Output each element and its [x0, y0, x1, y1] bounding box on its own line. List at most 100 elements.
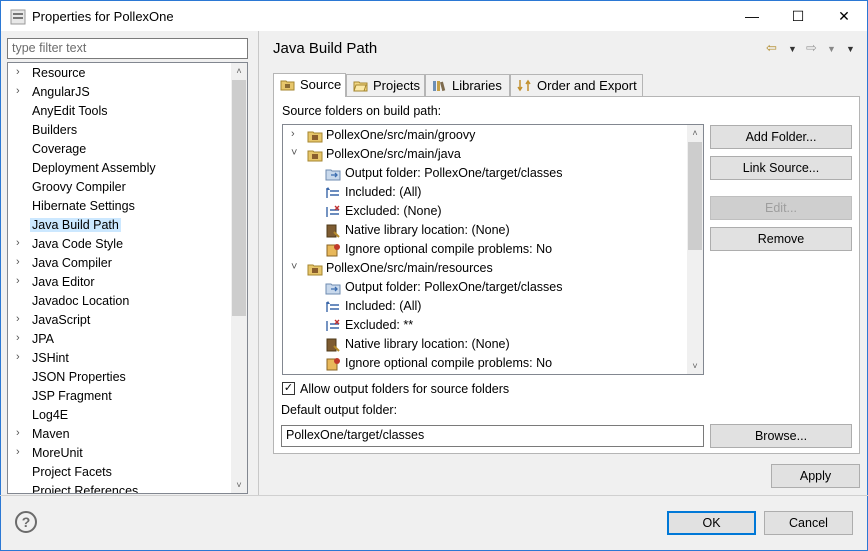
chevron-right-icon[interactable]: › — [16, 237, 20, 249]
tree-item-java-editor[interactable]: › Java Editor — [8, 273, 232, 292]
tab-projects[interactable]: Projects — [346, 74, 425, 97]
source-attribute-row[interactable]: Excluded: (None) — [283, 202, 687, 221]
cancel-label: Cancel — [789, 516, 828, 530]
tree-item-jsp-fragment[interactable]: JSP Fragment — [8, 387, 232, 406]
tree-item-label: AnyEdit Tools — [32, 104, 108, 118]
default-output-folder-field[interactable]: PollexOne/target/classes — [281, 425, 704, 447]
tree-item-jpa[interactable]: › JPA — [8, 330, 232, 349]
forward-menu-chevron-down-icon[interactable]: ▼ — [827, 44, 836, 54]
view-menu-chevron-down-icon[interactable]: ▼ — [846, 44, 855, 54]
source-attribute-row[interactable]: Output folder: PollexOne/target/classes — [283, 164, 687, 183]
chevron-right-icon[interactable]: › — [16, 313, 20, 325]
tab-source[interactable]: Source — [273, 73, 346, 97]
tree-item-jshint[interactable]: › JSHint — [8, 349, 232, 368]
source-scrollbar-thumb[interactable] — [688, 142, 702, 250]
source-scroll-down-icon[interactable]: ˅ — [687, 358, 703, 374]
tree-item-javadoc-location[interactable]: Javadoc Location — [8, 292, 232, 311]
chevron-down-icon[interactable]: ˅ — [291, 261, 297, 273]
tree-item-hibernate-settings[interactable]: Hibernate Settings — [8, 197, 232, 216]
cancel-button[interactable]: Cancel — [764, 511, 853, 535]
chevron-right-icon[interactable]: › — [16, 275, 20, 287]
source-tree-scrollbar[interactable]: ˄ ˅ — [687, 125, 703, 374]
chevron-right-icon[interactable]: › — [16, 332, 20, 344]
tree-item-project-references[interactable]: Project References — [8, 482, 232, 493]
source-attribute-row[interactable]: Excluded: ** — [283, 316, 687, 335]
chevron-right-icon[interactable]: › — [16, 66, 20, 78]
tree-item-java-build-path[interactable]: Java Build Path — [8, 216, 232, 235]
source-attribute-row[interactable]: Native library location: (None) — [283, 335, 687, 354]
close-button[interactable]: ✕ — [821, 1, 867, 31]
tree-item-label: JavaScript — [32, 313, 91, 327]
projects-tab-icon — [353, 81, 368, 92]
tree-item-json-properties[interactable]: JSON Properties — [8, 368, 232, 387]
pane-splitter[interactable] — [258, 31, 259, 495]
tree-item-java-compiler[interactable]: › Java Compiler — [8, 254, 232, 273]
tree-item-angularjs[interactable]: › AngularJS — [8, 83, 232, 102]
row-text: Excluded: (None) — [345, 204, 442, 218]
help-icon[interactable]: ? — [15, 511, 37, 533]
tree-item-maven[interactable]: › Maven — [8, 425, 232, 444]
tree-item-label: Hibernate Settings — [32, 199, 135, 213]
tree-item-javascript[interactable]: › JavaScript — [8, 311, 232, 330]
link-source-button[interactable]: Link Source... — [710, 156, 852, 180]
chevron-right-icon[interactable]: › — [16, 427, 20, 439]
source-tab-icon — [280, 80, 295, 91]
tree-item-coverage[interactable]: Coverage — [8, 140, 232, 159]
tree-item-groovy-compiler[interactable]: Groovy Compiler — [8, 178, 232, 197]
tree-item-builders[interactable]: Builders — [8, 121, 232, 140]
forward-arrow-icon[interactable]: ⇨ — [806, 40, 817, 56]
ignore-problems-icon — [325, 356, 341, 372]
allow-output-folders-checkbox[interactable]: ✓ — [282, 382, 295, 395]
scroll-up-icon[interactable]: ˄ — [231, 63, 247, 79]
filter-input[interactable]: type filter text — [7, 38, 248, 59]
chevron-down-icon[interactable]: ˅ — [291, 147, 297, 159]
source-folder-row[interactable]: › PollexOne/src/main/groovy — [283, 126, 687, 145]
tree-item-label: JPA — [32, 332, 54, 346]
chevron-right-icon[interactable]: › — [16, 446, 20, 458]
tree-item-anyedit-tools[interactable]: AnyEdit Tools — [8, 102, 232, 121]
tree-item-project-facets[interactable]: Project Facets — [8, 463, 232, 482]
order-export-tab-icon — [517, 79, 531, 92]
back-menu-chevron-down-icon[interactable]: ▼ — [788, 44, 797, 54]
chevron-right-icon[interactable]: › — [291, 128, 295, 140]
source-attribute-row[interactable]: Included: (All) — [283, 297, 687, 316]
chevron-right-icon[interactable]: › — [16, 85, 20, 97]
ok-button[interactable]: OK — [667, 511, 756, 535]
row-text: PollexOne/src/main/groovy — [326, 128, 476, 142]
tree-item-java-code-style[interactable]: › Java Code Style — [8, 235, 232, 254]
scroll-down-icon[interactable]: ˅ — [231, 477, 247, 493]
source-attribute-row[interactable]: Native library location: (None) — [283, 221, 687, 240]
browse-button[interactable]: Browse... — [710, 424, 852, 448]
back-arrow-icon[interactable]: ⇦ — [766, 40, 777, 56]
source-attribute-row[interactable]: Output folder: PollexOne/target/classes — [283, 278, 687, 297]
tree-scrollbar-thumb[interactable] — [232, 80, 246, 316]
source-folder-row[interactable]: ˅ PollexOne/src/main/resources — [283, 259, 687, 278]
remove-button[interactable]: Remove — [710, 227, 852, 251]
apply-label: Apply — [799, 469, 832, 483]
tab-libraries[interactable]: Libraries — [425, 74, 510, 97]
allow-output-folders-label[interactable]: Allow output folders for source folders — [300, 382, 509, 396]
source-scroll-up-icon[interactable]: ˄ — [687, 125, 703, 141]
apply-button[interactable]: Apply — [771, 464, 860, 488]
source-folder-row[interactable]: ˅ PollexOne/src/main/java — [283, 145, 687, 164]
row-text: Output folder: PollexOne/target/classes — [345, 166, 563, 180]
tree-item-resource[interactable]: › Resource — [8, 64, 232, 83]
source-attribute-row[interactable]: Included: (All) — [283, 183, 687, 202]
source-attribute-row[interactable]: Ignore optional compile problems: No — [283, 240, 687, 259]
tree-item-deployment-assembly[interactable]: Deployment Assembly — [8, 159, 232, 178]
tree-scrollbar[interactable]: ˄ ˅ — [231, 63, 247, 493]
edit-button[interactable]: Edit... — [710, 196, 852, 220]
tree-item-log4e[interactable]: Log4E — [8, 406, 232, 425]
minimize-button[interactable]: — — [729, 1, 775, 31]
row-text: Included: (All) — [345, 185, 422, 199]
minimize-icon: — — [745, 8, 759, 24]
chevron-right-icon[interactable]: › — [16, 351, 20, 363]
source-attribute-row[interactable]: Ignore optional compile problems: No — [283, 354, 687, 373]
tab-order-and-export[interactable]: Order and Export — [510, 74, 643, 97]
tree-item-moreunit[interactable]: › MoreUnit — [8, 444, 232, 463]
add-folder-button[interactable]: Add Folder... — [710, 125, 852, 149]
window-title: Properties for PollexOne — [32, 9, 174, 24]
maximize-button[interactable]: ☐ — [775, 1, 821, 31]
chevron-right-icon[interactable]: › — [16, 256, 20, 268]
native-library-icon — [325, 223, 341, 239]
